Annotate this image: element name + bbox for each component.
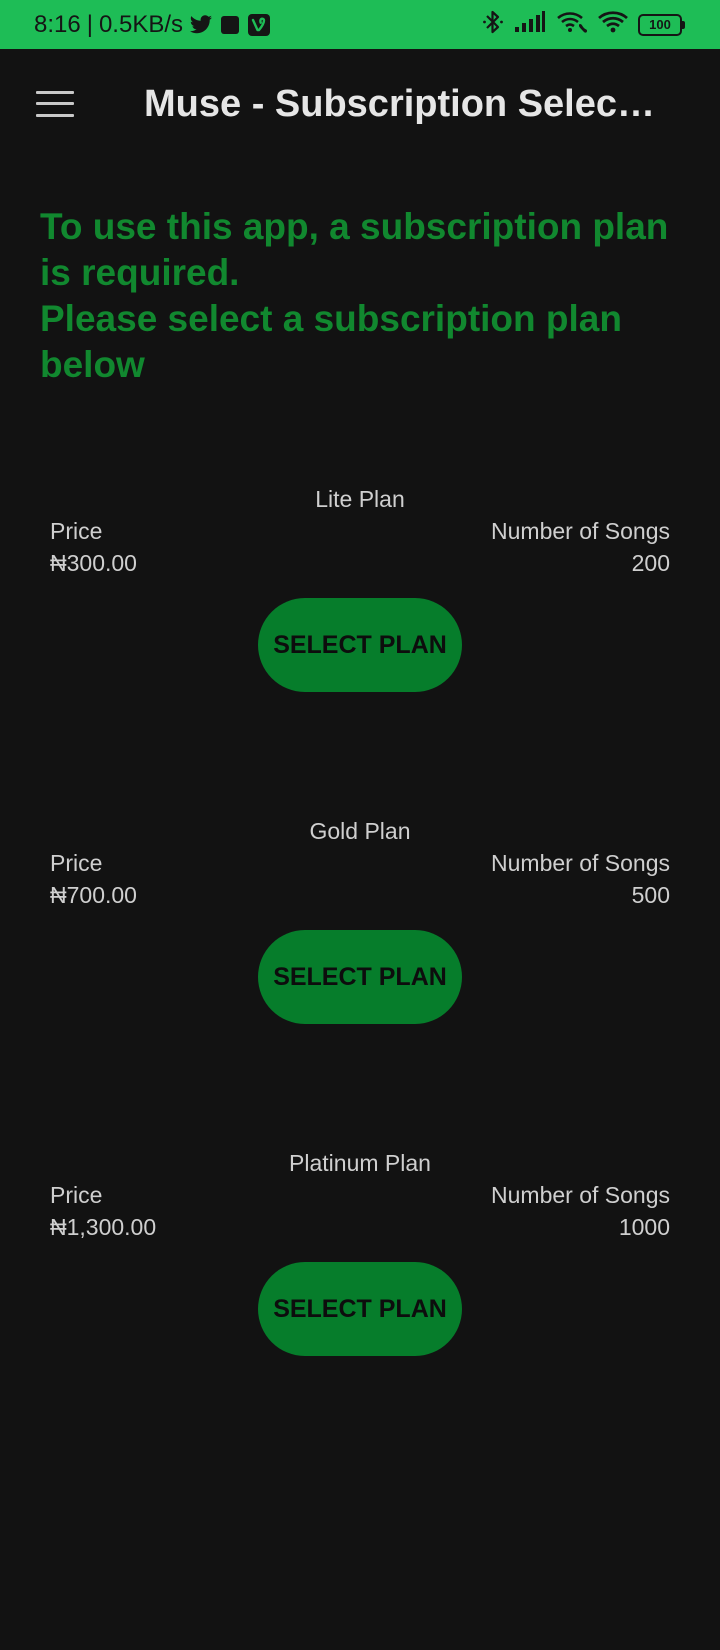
page-title: Muse - Subscription Selecti… [144, 83, 664, 125]
price-value: ₦700.00 [50, 882, 137, 908]
subscription-required-notice: To use this app, a subscription plan is … [40, 204, 690, 388]
plan-card-lite: Lite Plan Price ₦300.00 Number of Songs … [0, 486, 720, 706]
battery-icon: 100 [638, 13, 685, 36]
status-separator: | [86, 10, 93, 38]
hamburger-menu-icon[interactable] [36, 89, 76, 119]
plan-name: Gold Plan [309, 818, 411, 844]
status-time: 8:16 [34, 10, 81, 38]
notice-line-1: To use this app, a subscription plan is … [40, 206, 669, 293]
songs-label: Number of Songs [491, 1182, 670, 1208]
songs-label: Number of Songs [491, 850, 670, 876]
status-net-speed: 0.5KB/s [98, 10, 183, 38]
songs-value: 200 [631, 550, 670, 576]
plan-name: Lite Plan [315, 486, 405, 512]
plan-card-platinum: Platinum Plan Price ₦1,300.00 Number of … [0, 1150, 720, 1370]
select-plan-button-lite[interactable]: SELECT PLAN [258, 598, 462, 692]
status-left: 8:16 | 0.5KB/s [34, 0, 271, 49]
price-value: ₦1,300.00 [50, 1214, 157, 1240]
notice-line-2: Please select a subscription plan below [40, 298, 622, 385]
signal-icon [514, 11, 546, 38]
songs-label: Number of Songs [491, 518, 670, 544]
app-bar: Muse - Subscription Selecti… [0, 49, 720, 164]
price-label: Price [50, 850, 103, 876]
price-value: ₦300.00 [50, 550, 137, 576]
plan-card-gold: Gold Plan Price ₦700.00 Number of Songs … [0, 818, 720, 1038]
songs-value: 1000 [618, 1214, 670, 1240]
square-icon [219, 15, 241, 35]
wifi-calling-icon [556, 10, 588, 39]
price-label: Price [50, 518, 103, 544]
status-right: 100 [482, 0, 685, 49]
select-plan-button-platinum[interactable]: SELECT PLAN [258, 1262, 462, 1356]
songs-value: 500 [631, 882, 670, 908]
twitter-icon [189, 14, 213, 35]
select-plan-button-gold[interactable]: SELECT PLAN [258, 930, 462, 1024]
battery-level: 100 [649, 17, 671, 32]
vine-icon [247, 13, 271, 37]
price-label: Price [50, 1182, 103, 1208]
plan-name: Platinum Plan [289, 1150, 431, 1176]
wifi-icon [598, 11, 628, 38]
bluetooth-icon [482, 9, 504, 40]
status-bar: 8:16 | 0.5KB/s 100 [0, 0, 720, 49]
